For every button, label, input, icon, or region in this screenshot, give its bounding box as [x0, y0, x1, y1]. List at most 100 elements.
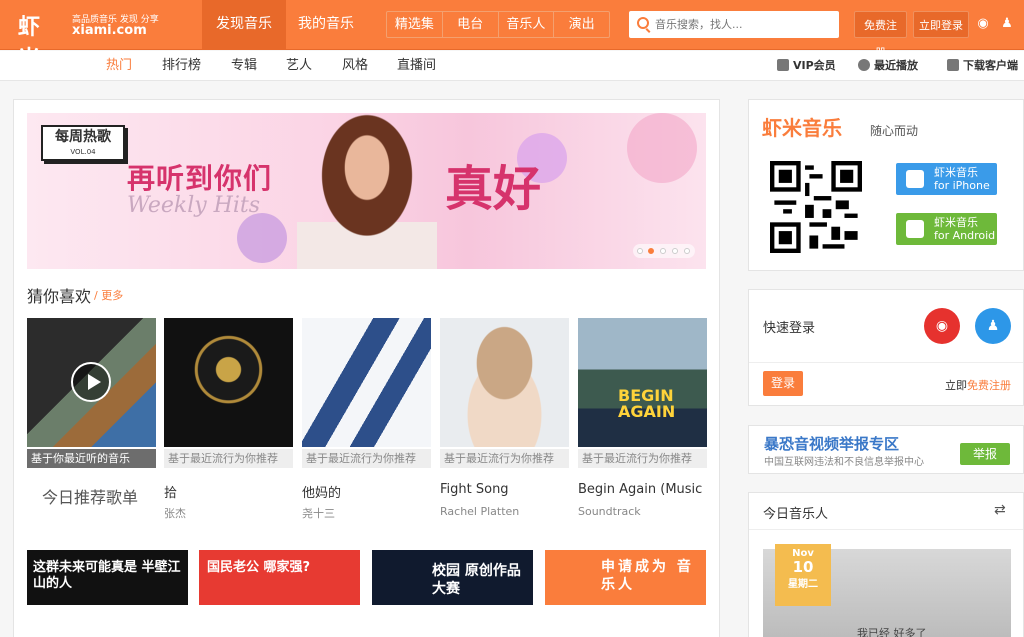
song-artist[interactable]: Soundtrack [578, 505, 641, 518]
android-download-button[interactable]: 虾米音乐 for Android [896, 213, 997, 245]
recommend-card[interactable]: BEGIN AGAIN 基于最近流行为你推荐 [578, 318, 707, 468]
android-icon [906, 220, 924, 238]
nav-shows[interactable]: 演出 [554, 12, 609, 37]
banner-dot[interactable] [672, 248, 678, 254]
banner-dot[interactable] [684, 248, 690, 254]
android-line1: 虾米音乐 [934, 216, 978, 229]
download-client-link[interactable]: 下载客户端 [947, 51, 1018, 80]
vip-icon [777, 59, 789, 71]
card-caption: 基于最近流行为你推荐 [164, 449, 293, 468]
divider [749, 529, 1023, 530]
report-title[interactable]: 暴恐音视频举报专区 [764, 433, 899, 454]
card-caption: 基于最近流行为你推荐 [302, 449, 431, 468]
search-box [629, 11, 839, 38]
top-subnav: 精选集 电台 音乐人 演出 [386, 11, 610, 38]
weibo-icon[interactable]: ◉ [974, 15, 992, 33]
nav-discover-music[interactable]: 发现音乐 [202, 0, 286, 50]
banner-dot[interactable] [660, 248, 666, 254]
album-cover [440, 318, 569, 447]
tab-genres[interactable]: 风格 [342, 51, 368, 80]
search-icon [637, 17, 649, 29]
nav-collections[interactable]: 精选集 [387, 12, 443, 37]
card-caption: 基于你最近听的音乐 [27, 449, 156, 468]
song-artist[interactable]: Rachel Platten [440, 505, 519, 518]
app-brand: 虾米音乐 [762, 116, 842, 140]
qq-login-icon[interactable]: ♟ [975, 308, 1011, 344]
banner-dot-active[interactable] [648, 248, 654, 254]
recommend-card[interactable]: 基于你最近听的音乐 [27, 318, 156, 468]
date-weekday: 星期二 [788, 579, 818, 590]
iphone-download-button[interactable]: 虾米音乐 for iPhone [896, 163, 997, 195]
banner-subline: Weekly Hits [127, 193, 260, 218]
ad-text: 申请成为 音乐人 [601, 559, 694, 593]
qq-icon[interactable]: ♟ [998, 15, 1016, 33]
banner-tag-text: 每周热歌 [55, 129, 111, 145]
weibo-login-icon[interactable]: ◉ [924, 308, 960, 344]
nav-radio[interactable]: 电台 [443, 12, 499, 37]
nav-musicians[interactable]: 音乐人 [499, 12, 555, 37]
ad-banner[interactable]: 校园 原创作品大赛 [372, 550, 533, 605]
search-input[interactable] [655, 11, 835, 38]
ad-text: 校园 原创作品大赛 [432, 563, 521, 597]
album-cover [164, 318, 293, 447]
tab-albums[interactable]: 专辑 [231, 51, 257, 80]
song-title[interactable]: 拾 [164, 482, 293, 501]
tab-hot[interactable]: 热门 [106, 51, 132, 80]
banner-headline: 再听到你们 [127, 162, 273, 195]
tab-live[interactable]: 直播间 [397, 51, 436, 80]
ad-banner[interactable]: 这群未来可能真是 半壁江山的人 [27, 550, 188, 605]
recommend-card[interactable]: 基于最近流行为你推荐 [440, 318, 569, 468]
shuffle-icon[interactable]: ⇄ [994, 502, 1006, 518]
guess-you-like-title: 猜你喜欢 [27, 287, 92, 306]
banner-pagination [633, 244, 695, 258]
android-line2: for Android [934, 229, 996, 242]
quick-login-button[interactable]: 登录 [763, 371, 803, 396]
recommend-card[interactable]: 基于最近流行为你推荐 [164, 318, 293, 468]
card-caption: 基于最近流行为你推荐 [578, 449, 707, 468]
register-prefix: 立即 [945, 379, 967, 392]
apple-icon [906, 170, 924, 188]
tab-artists[interactable]: 艺人 [286, 51, 312, 80]
song-title[interactable]: Fight Song [440, 482, 569, 497]
iphone-line2: for iPhone [934, 179, 990, 192]
card-caption: 基于最近流行为你推荐 [440, 449, 569, 468]
clock-icon [858, 59, 870, 71]
guess-more-link[interactable]: / 更多 [94, 287, 123, 303]
date-badge: Nov 10 星期二 [775, 544, 831, 606]
recent-play-link[interactable]: 最近播放 [858, 51, 918, 80]
register-button[interactable]: 免费注册 [854, 11, 907, 59]
register-link[interactable]: 免费注册 [967, 379, 1011, 392]
nav-my-music[interactable]: 我的音乐 [286, 0, 366, 50]
quick-login-title: 快速登录 [763, 321, 816, 336]
logo-domain: xiami.com [72, 23, 147, 38]
ad-text: 国民老公 哪家强? [207, 560, 311, 575]
login-button[interactable]: 立即登录 [913, 11, 969, 38]
app-tagline: 随心而动 [870, 124, 919, 138]
vip-link[interactable]: VIP会员 [777, 51, 836, 80]
recommend-card[interactable]: 基于最近流行为你推荐 [302, 318, 431, 468]
iphone-line1: 虾米音乐 [934, 166, 978, 179]
ad-banner[interactable]: 申请成为 音乐人 [545, 550, 706, 605]
weekly-hits-banner[interactable]: 每周热歌 VOL.04 再听到你们 Weekly Hits 真好 [27, 113, 706, 269]
banner-decoration [237, 213, 287, 263]
song-title[interactable]: 他妈的 [302, 482, 431, 501]
vip-label: VIP会员 [793, 59, 836, 72]
song-artist[interactable]: 张杰 [164, 505, 186, 521]
album-cover [302, 318, 431, 447]
song-title[interactable]: Begin Again (Music ... [578, 482, 707, 497]
today-playlist-title[interactable]: 今日推荐歌单 [42, 484, 138, 508]
banner-artist-photo [297, 113, 437, 269]
album-cover: BEGIN AGAIN [578, 318, 707, 447]
divider [749, 362, 1023, 363]
banner-dot[interactable] [637, 248, 643, 254]
report-button[interactable]: 举报 [960, 443, 1010, 465]
recent-play-label: 最近播放 [874, 59, 918, 72]
download-client-label: 下载客户端 [963, 59, 1018, 72]
song-artist[interactable]: 尧十三 [302, 505, 335, 521]
ad-text: 这群未来可能真是 半壁江山的人 [33, 560, 181, 591]
play-icon[interactable] [71, 362, 111, 402]
tab-charts[interactable]: 排行榜 [162, 51, 201, 80]
ad-banner[interactable]: 国民老公 哪家强? [199, 550, 360, 605]
download-icon [947, 59, 959, 71]
register-prompt: 立即免费注册 [945, 377, 1011, 393]
